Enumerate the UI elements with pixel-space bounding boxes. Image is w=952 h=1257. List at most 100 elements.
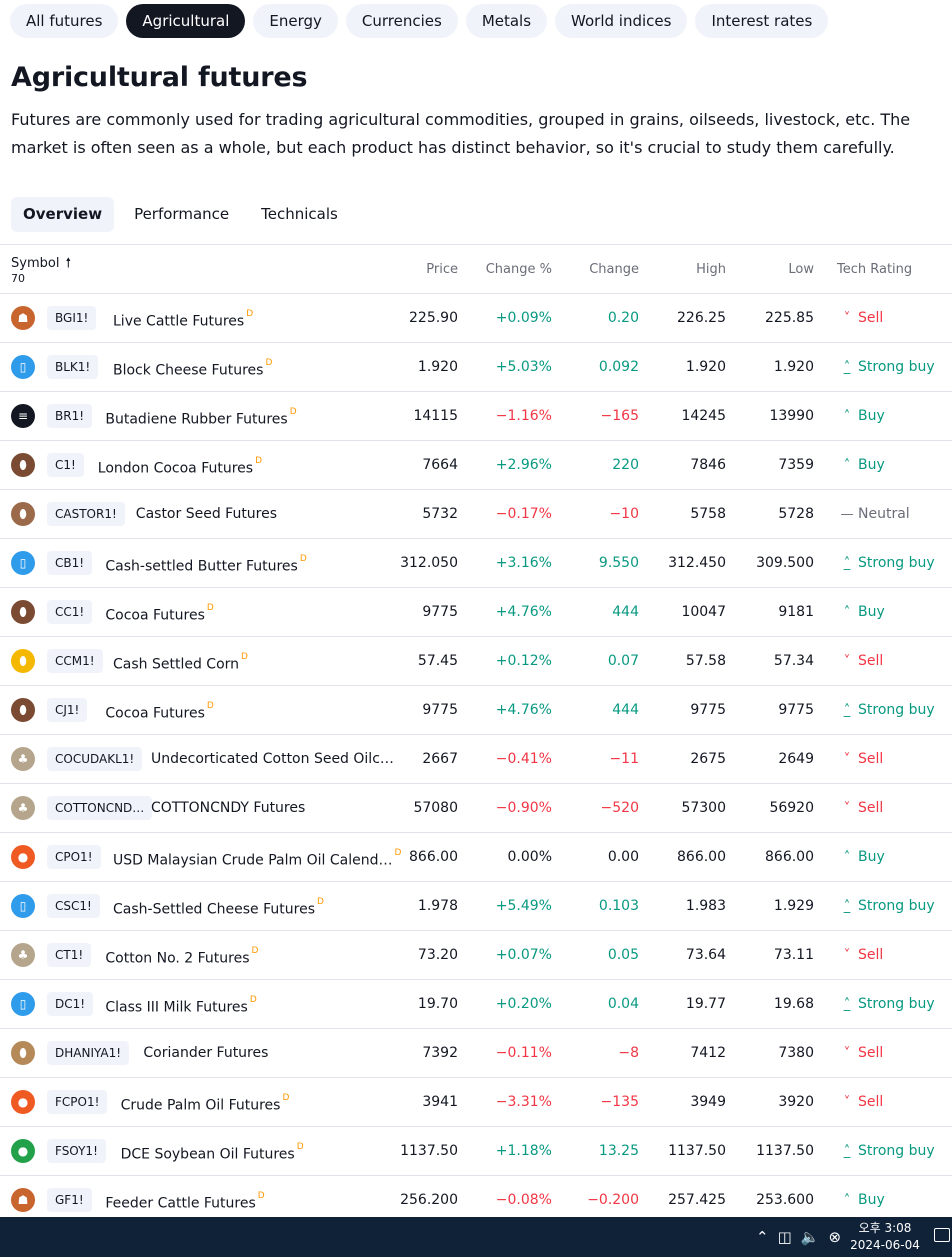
- instrument-name[interactable]: DCE Soybean Oil Futures D: [121, 1127, 304, 1175]
- instrument-name[interactable]: Live Cattle Futures D: [113, 294, 253, 342]
- change-cell: −10: [609, 506, 639, 522]
- table-row[interactable]: ♣ COCUDAKL1! Undecorticated Cotton Seed Oi…: [0, 735, 952, 784]
- ticker-badge[interactable]: BGI1!: [47, 306, 97, 330]
- table-row[interactable]: ♣ COTTONCND… COTTONCNDY Futures 57080 −0.90%…: [0, 784, 952, 833]
- category-tab-energy[interactable]: Energy: [253, 4, 338, 38]
- network-icon[interactable]: ◫: [778, 1217, 792, 1257]
- table-row[interactable]: ⬮ CASTOR1! Castor Seed Futures 5732 −0.17% −1…: [0, 490, 952, 539]
- instrument-name[interactable]: Castor Seed Futures: [136, 490, 277, 538]
- table-row[interactable]: ♣ CT1! Cotton No. 2 Futures D 73.20 +0.07% 0.0…: [0, 931, 952, 980]
- category-tab-world-indices[interactable]: World indices: [555, 4, 688, 38]
- cattle-icon: ☗: [11, 306, 35, 330]
- instrument-name[interactable]: Cocoa Futures D: [105, 588, 213, 636]
- table-row[interactable]: ▯ CB1! Cash-settled Butter Futures D 312.050…: [0, 539, 952, 588]
- high-cell: 5758: [690, 506, 726, 522]
- ticker-badge[interactable]: COCUDAKL1!: [47, 747, 143, 771]
- ticker-badge[interactable]: CSC1!: [47, 894, 100, 918]
- price-cell: 9775: [422, 604, 458, 620]
- table-row[interactable]: ● FCPO1! Crude Palm Oil Futures D 3941 −3.31%…: [0, 1078, 952, 1127]
- table-row[interactable]: ▯ DC1! Class III Milk Futures D 19.70 +0.20% 0…: [0, 980, 952, 1029]
- table-row[interactable]: ● CPO1! USD Malaysian Crude Palm Oil Calen…: [0, 833, 952, 882]
- change-cell: 220: [612, 457, 639, 473]
- category-tab-metals[interactable]: Metals: [465, 4, 548, 38]
- taskbar-clock[interactable]: 오후 3:08 2024-06-04: [844, 1220, 926, 1254]
- cocoa-icon: ⬮: [11, 600, 35, 624]
- low-header[interactable]: Low: [788, 262, 814, 277]
- table-row[interactable]: ⬮ C1! London Cocoa Futures D 7664 +2.96% 220 78…: [0, 441, 952, 490]
- table-row[interactable]: ● FSOY1! DCE Soybean Oil Futures D 1137.50 +1…: [0, 1127, 952, 1176]
- ticker-badge[interactable]: CC1!: [47, 600, 93, 624]
- instrument-name[interactable]: COTTONCNDY Futures: [151, 784, 305, 832]
- instrument-name[interactable]: Cash-Settled Cheese Futures D: [113, 882, 324, 930]
- ticker-badge[interactable]: BR1!: [47, 404, 93, 428]
- page-description: Futures are commonly used for trading ag…: [11, 106, 941, 162]
- ticker-badge[interactable]: CASTOR1!: [47, 502, 125, 526]
- instrument-name[interactable]: Coriander Futures: [143, 1029, 268, 1077]
- low-cell: 1.920: [773, 359, 814, 375]
- instrument-name[interactable]: Class III Milk Futures D: [105, 980, 256, 1028]
- table-row[interactable]: ☗ BGI1! Live Cattle Futures D 225.90 +0.09% 0.…: [0, 294, 952, 343]
- change-pct-cell: +2.96%: [495, 457, 552, 473]
- change-header[interactable]: Change: [589, 262, 639, 277]
- instrument-name[interactable]: Cotton No. 2 Futures D: [105, 931, 258, 979]
- high-cell: 866.00: [677, 849, 726, 865]
- ticker-badge[interactable]: CT1!: [47, 943, 92, 967]
- instrument-name[interactable]: Block Cheese Futures D: [113, 343, 272, 391]
- instrument-name[interactable]: Crude Palm Oil Futures D: [121, 1078, 290, 1126]
- ticker-badge[interactable]: CPO1!: [47, 845, 101, 869]
- tech-rating-header[interactable]: Tech Rating: [837, 262, 912, 277]
- instrument-name[interactable]: Cash-settled Butter Futures D: [105, 539, 306, 587]
- notification-icon[interactable]: [934, 1228, 950, 1242]
- instrument-name[interactable]: Cocoa Futures D: [105, 686, 213, 734]
- tech-rating: ˅ Sell: [840, 1078, 884, 1126]
- ticker-badge[interactable]: DC1!: [47, 992, 94, 1016]
- ticker-badge[interactable]: COTTONCND…: [47, 796, 153, 820]
- instrument-name[interactable]: London Cocoa Futures D: [98, 441, 262, 489]
- category-tab-agricultural[interactable]: Agricultural: [126, 4, 246, 38]
- speaker-icon[interactable]: 🔈: [801, 1217, 820, 1257]
- ticker-badge[interactable]: FSOY1!: [47, 1139, 106, 1163]
- category-tab-interest-rates[interactable]: Interest rates: [695, 4, 829, 38]
- ticker-badge[interactable]: GF1!: [47, 1188, 92, 1212]
- ticker-badge[interactable]: DHANIYA1!: [47, 1041, 130, 1065]
- close-circle-icon[interactable]: ⊗: [828, 1217, 841, 1257]
- table-row[interactable]: ⬮ CC1! Cocoa Futures D 9775 +4.76% 444 10047 918…: [0, 588, 952, 637]
- change-pct-header[interactable]: Change %: [486, 262, 552, 277]
- table-row[interactable]: ⬮ CCM1! Cash Settled Corn D 57.45 +0.12% 0.07 5…: [0, 637, 952, 686]
- ticker-badge[interactable]: C1!: [47, 453, 84, 477]
- ticker-badge[interactable]: BLK1!: [47, 355, 99, 379]
- table-row[interactable]: ⬮ DHANIYA1! Coriander Futures 7392 −0.11% −8 7…: [0, 1029, 952, 1078]
- category-tab-all-futures[interactable]: All futures: [10, 4, 119, 38]
- rating-label: Strong buy: [858, 555, 935, 571]
- table-row[interactable]: ▯ BLK1! Block Cheese Futures D 1.920 +5.03% 0.…: [0, 343, 952, 392]
- ticker-badge[interactable]: CB1!: [47, 551, 93, 575]
- tab-technicals[interactable]: Technicals: [249, 197, 350, 232]
- category-tab-currencies[interactable]: Currencies: [345, 4, 458, 38]
- change-pct-cell: +0.09%: [495, 310, 552, 326]
- price-cell: 7664: [422, 457, 458, 473]
- symbol-header-label: Symbol: [11, 256, 60, 271]
- delayed-badge: D: [257, 1191, 265, 1201]
- ticker-badge[interactable]: CJ1!: [47, 698, 88, 722]
- tab-overview[interactable]: Overview: [11, 197, 115, 232]
- change-pct-cell: −0.11%: [495, 1045, 552, 1061]
- chevron-up-icon[interactable]: ⌃: [756, 1217, 769, 1257]
- high-header[interactable]: High: [696, 262, 726, 277]
- ticker-badge[interactable]: FCPO1!: [47, 1090, 108, 1114]
- cocoa-icon: ⬮: [11, 453, 35, 477]
- instrument-name[interactable]: USD Malaysian Crude Palm Oil Calend… D: [113, 833, 401, 881]
- symbol-count: 70: [11, 272, 25, 285]
- tab-performance[interactable]: Performance: [122, 197, 241, 232]
- table-row[interactable]: ▯ CSC1! Cash-Settled Cheese Futures D 1.978 +…: [0, 882, 952, 931]
- cotton-icon: ♣: [11, 796, 35, 820]
- change-pct-cell: −3.31%: [495, 1094, 552, 1110]
- change-cell: 9.550: [598, 555, 639, 571]
- instrument-name[interactable]: Cash Settled Corn D: [113, 637, 248, 685]
- ticker-badge[interactable]: CCM1!: [47, 649, 103, 673]
- instrument-name[interactable]: Undecorticated Cotton Seed Oilc…: [151, 735, 394, 783]
- high-cell: 312.450: [668, 555, 726, 571]
- table-row[interactable]: ≡ BR1! Butadiene Rubber Futures D 14115 −1.16…: [0, 392, 952, 441]
- table-row[interactable]: ⬮ CJ1! Cocoa Futures D 9775 +4.76% 444 9775 9775…: [0, 686, 952, 735]
- price-header[interactable]: Price: [426, 262, 458, 277]
- instrument-name[interactable]: Butadiene Rubber Futures D: [105, 392, 296, 440]
